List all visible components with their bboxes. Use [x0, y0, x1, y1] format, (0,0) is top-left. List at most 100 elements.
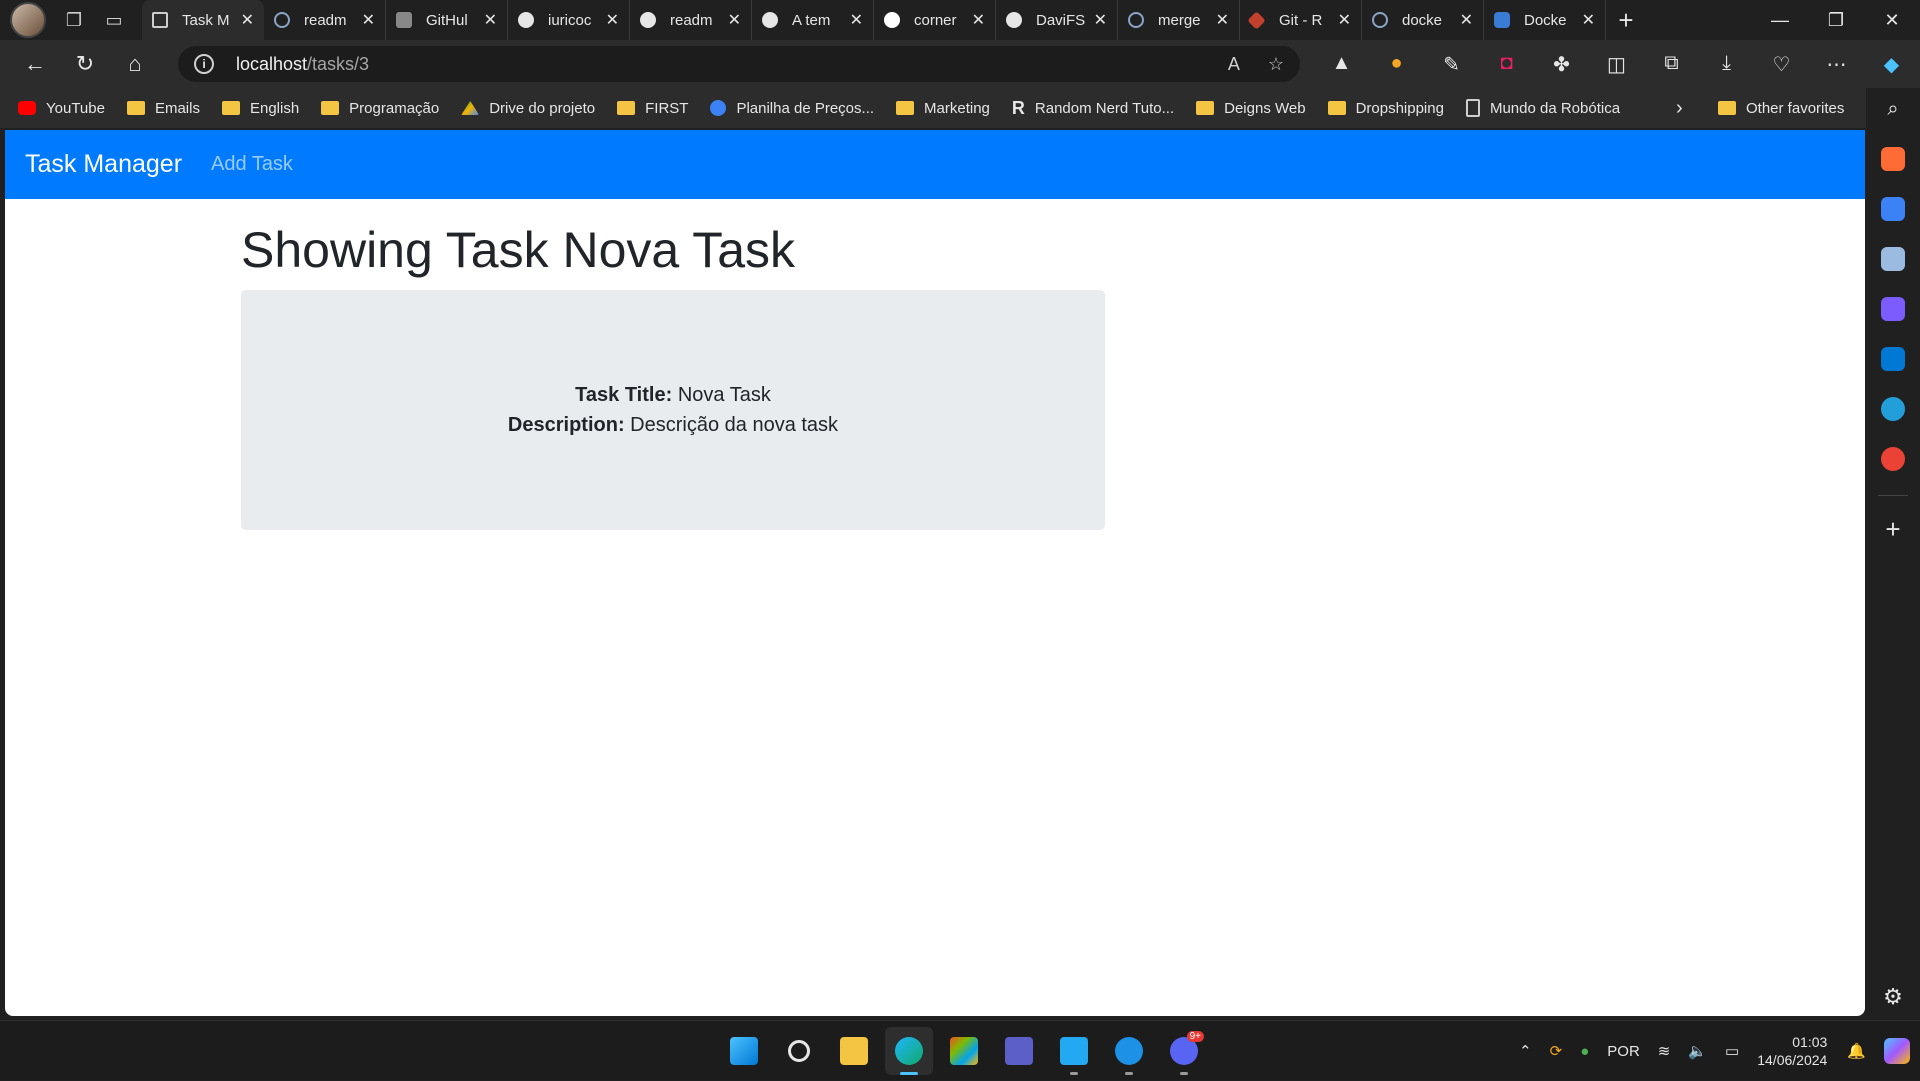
- home-button[interactable]: ⌂: [110, 44, 160, 84]
- copilot-sidebar-icon[interactable]: [1881, 297, 1905, 321]
- favorite-item[interactable]: Mundo da Robótica: [1465, 99, 1620, 117]
- shopping-tag-icon[interactable]: [1881, 197, 1905, 221]
- favorite-item[interactable]: English: [221, 100, 299, 117]
- tab-actions-icon[interactable]: ▭: [94, 0, 134, 40]
- favorite-item[interactable]: Marketing: [896, 100, 990, 117]
- close-icon[interactable]: ✕: [1582, 10, 1595, 30]
- add-sidebar-app-icon[interactable]: +: [1885, 514, 1900, 545]
- close-icon[interactable]: ✕: [972, 10, 985, 30]
- tab-label: A tem: [792, 11, 831, 29]
- extension-mountain-icon[interactable]: ▲: [1314, 52, 1369, 77]
- favorite-item[interactable]: Drive do projeto: [461, 100, 595, 117]
- wifi-icon[interactable]: ≋: [1658, 1042, 1671, 1060]
- extensions-icon[interactable]: ✤: [1534, 52, 1589, 77]
- tab[interactable]: DaviFS ✕: [996, 0, 1118, 40]
- tab[interactable]: A tem ✕: [752, 0, 874, 40]
- copilot-icon[interactable]: ◆: [1864, 52, 1919, 77]
- read-aloud-icon[interactable]: A: [1228, 54, 1240, 75]
- language-indicator[interactable]: POR: [1607, 1043, 1640, 1060]
- restore-button[interactable]: ❐: [1808, 0, 1864, 40]
- navbar-brand[interactable]: Task Manager: [25, 150, 182, 179]
- new-tab-button[interactable]: +: [1606, 5, 1646, 36]
- favorite-label: Programação: [349, 99, 440, 117]
- tab[interactable]: readm ✕: [264, 0, 386, 40]
- close-icon[interactable]: ✕: [728, 10, 741, 30]
- store-button[interactable]: [940, 1027, 988, 1075]
- downloads-icon[interactable]: ⤓: [1699, 52, 1754, 77]
- collections-icon[interactable]: ⧉: [1644, 52, 1699, 77]
- close-icon[interactable]: ✕: [1460, 10, 1473, 30]
- favorite-item[interactable]: YouTube: [18, 100, 105, 117]
- games-icon[interactable]: [1881, 247, 1905, 271]
- tab[interactable]: readm ✕: [630, 0, 752, 40]
- split-screen-icon[interactable]: ◫: [1589, 52, 1644, 77]
- google-icon[interactable]: [1881, 447, 1905, 471]
- favorite-item[interactable]: Programação: [321, 100, 439, 117]
- task-description-row: Description: Descrição da nova task: [508, 410, 838, 440]
- favorite-label: Marketing: [924, 99, 990, 117]
- tab[interactable]: corner ✕: [874, 0, 996, 40]
- close-icon[interactable]: ✕: [1216, 10, 1229, 30]
- profile-avatar[interactable]: [10, 2, 46, 38]
- favorite-item[interactable]: Planilha de Preços...: [710, 100, 874, 117]
- volume-icon[interactable]: 🔈: [1688, 1042, 1707, 1060]
- running-indicator: [1125, 1072, 1133, 1075]
- settings-more-icon[interactable]: ⋯: [1809, 52, 1864, 77]
- other-favorites[interactable]: Other favorites: [1718, 100, 1844, 117]
- tools-icon[interactable]: [1881, 147, 1905, 171]
- close-icon[interactable]: ✕: [850, 10, 863, 30]
- clock[interactable]: 01:03 14/06/2024: [1757, 1033, 1827, 1069]
- telegram-icon[interactable]: [1881, 397, 1905, 421]
- back-button[interactable]: ←: [10, 44, 60, 84]
- tab[interactable]: Docke ✕: [1484, 0, 1606, 40]
- close-icon[interactable]: ✕: [606, 10, 619, 30]
- close-icon[interactable]: ✕: [1338, 10, 1351, 30]
- close-icon[interactable]: ✕: [1094, 10, 1107, 30]
- outlook-icon[interactable]: [1881, 347, 1905, 371]
- close-icon[interactable]: ✕: [484, 10, 497, 30]
- tab[interactable]: GitHul ✕: [386, 0, 508, 40]
- favorite-item[interactable]: Emails: [126, 100, 200, 117]
- favorite-item[interactable]: Deigns Web: [1196, 100, 1306, 117]
- teams-button[interactable]: [995, 1027, 1043, 1075]
- battery-icon[interactable]: ▭: [1725, 1042, 1739, 1060]
- microphone-icon[interactable]: ●: [1580, 1043, 1589, 1060]
- start-button[interactable]: [720, 1027, 768, 1075]
- favorite-label: Other favorites: [1746, 99, 1845, 117]
- search-icon[interactable]: ⌕: [1887, 98, 1898, 121]
- add-task-link[interactable]: Add Task: [211, 153, 293, 176]
- sidebar-settings-icon[interactable]: ⚙: [1883, 984, 1903, 1010]
- extension-dropper-icon[interactable]: ✎: [1424, 52, 1479, 77]
- chevron-right-icon[interactable]: ›: [1676, 97, 1683, 120]
- edge-button[interactable]: [885, 1027, 933, 1075]
- chevron-up-icon[interactable]: ⌃: [1519, 1042, 1532, 1060]
- notification-bell-icon[interactable]: 🔔: [1847, 1042, 1866, 1060]
- extension-q-icon[interactable]: ●: [1369, 52, 1424, 77]
- tab[interactable]: iuricoc ✕: [508, 0, 630, 40]
- minimize-button[interactable]: —: [1752, 0, 1808, 40]
- address-bar[interactable]: i localhost/tasks/3 A ☆: [178, 46, 1300, 82]
- close-icon[interactable]: ✕: [362, 10, 375, 30]
- favorite-item[interactable]: Dropshipping: [1327, 100, 1444, 117]
- copilot-taskbar-icon[interactable]: [1884, 1038, 1910, 1064]
- browser-essentials-icon[interactable]: ♡: [1754, 52, 1809, 77]
- tab[interactable]: merge ✕: [1118, 0, 1240, 40]
- sync-icon[interactable]: ⟳: [1550, 1042, 1563, 1060]
- close-window-button[interactable]: ✕: [1864, 0, 1920, 40]
- favorite-item[interactable]: R Random Nerd Tuto...: [1012, 98, 1174, 119]
- discord-button[interactable]: 9+: [1160, 1027, 1208, 1075]
- favorite-star-icon[interactable]: ☆: [1268, 54, 1284, 75]
- refresh-button[interactable]: ↻: [60, 44, 110, 84]
- tab[interactable]: Task M ✕: [142, 0, 264, 40]
- site-info-icon[interactable]: i: [194, 54, 214, 74]
- workspaces-icon[interactable]: ❐: [54, 0, 94, 40]
- tab[interactable]: Git - R ✕: [1240, 0, 1362, 40]
- tab[interactable]: docke ✕: [1362, 0, 1484, 40]
- vscode-button[interactable]: [1050, 1027, 1098, 1075]
- favorite-item[interactable]: FIRST: [617, 100, 688, 117]
- docker-button[interactable]: [1105, 1027, 1153, 1075]
- taskbar-search-button[interactable]: [775, 1027, 823, 1075]
- file-explorer-button[interactable]: [830, 1027, 878, 1075]
- extension-record-icon[interactable]: ◘: [1479, 52, 1534, 77]
- close-icon[interactable]: ✕: [241, 10, 254, 30]
